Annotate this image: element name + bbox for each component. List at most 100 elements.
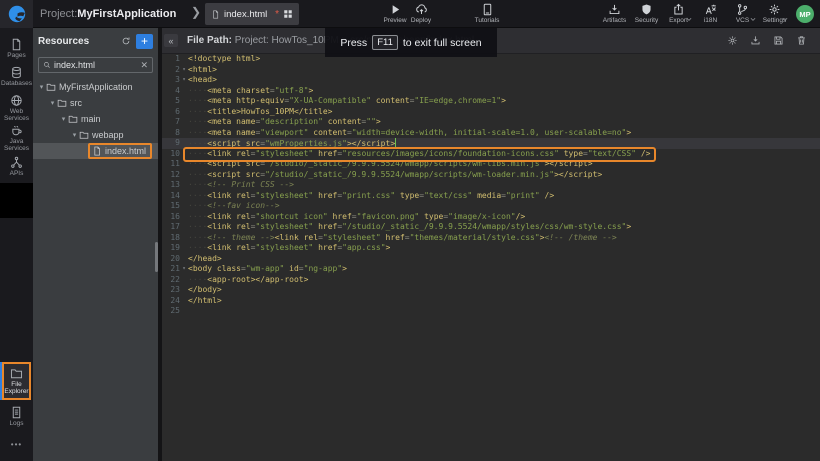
tab-filename: index.html	[224, 9, 274, 20]
code-line-4[interactable]: 4····<meta charset="utf-8">	[162, 86, 820, 97]
tree-expand-arrow[interactable]: ▾	[70, 131, 79, 139]
fold-marker[interactable]: ▾	[180, 75, 188, 86]
vcs-button[interactable]: VCS	[729, 3, 756, 24]
i18n-button[interactable]: i18N	[697, 3, 724, 24]
search-input[interactable]	[54, 60, 137, 70]
tree-expand-arrow[interactable]: ▾	[59, 115, 68, 123]
sidebar-item-label: Databases	[1, 80, 32, 87]
line-number: 17	[162, 222, 180, 233]
collapse-panel-icon[interactable]: «	[164, 34, 178, 47]
tutorials-icon	[481, 3, 494, 16]
project-title: Project:MyFirstApplication	[40, 8, 176, 20]
tree-expand-arrow[interactable]: ▾	[37, 83, 46, 91]
clear-search-icon[interactable]: ✕	[140, 60, 148, 71]
artifacts-label: Artifacts	[603, 17, 626, 24]
code-line-13[interactable]: 13····<!-- Print CSS -->	[162, 180, 820, 191]
tree-item-label: src	[70, 98, 82, 108]
code-line-2[interactable]: 2▾<html>	[162, 65, 820, 76]
fold-marker[interactable]: ▾	[180, 264, 188, 275]
line-number: 14	[162, 191, 180, 202]
code-line-18[interactable]: 18····<!-- theme --><link rel="styleshee…	[162, 233, 820, 244]
editor-toolbar-icons	[727, 35, 820, 46]
code-line-10[interactable]: 10····<link rel="stylesheet" href="resou…	[162, 149, 820, 160]
code-line-25[interactable]: 25	[162, 306, 820, 317]
wavemaker-logo-icon	[7, 4, 27, 24]
code-line-7[interactable]: 7····<meta name="description" content=""…	[162, 117, 820, 128]
tree-item-label: webapp	[92, 130, 124, 140]
chevron-down-icon	[782, 9, 788, 27]
deploy-label: Deploy	[411, 17, 431, 24]
tree-item-main[interactable]: ▾main	[33, 111, 158, 127]
tree-item-src[interactable]: ▾ src	[33, 95, 158, 111]
sidebar-item-label: File Explorer	[4, 381, 28, 395]
grid-view-icon[interactable]	[283, 9, 293, 19]
fold-marker[interactable]: ▾	[180, 65, 188, 76]
code-editor[interactable]: 1<!doctype html>2▾<html>3▾<head>4····<me…	[162, 54, 820, 461]
tree-expand-arrow[interactable]: ▾	[48, 99, 57, 107]
code-line-14[interactable]: 14····<link rel="stylesheet" href="print…	[162, 191, 820, 202]
code-line-3[interactable]: 3▾<head>	[162, 75, 820, 86]
tree-item-label: MyFirstApplication	[59, 82, 133, 92]
topbar-actions-right: Artifacts SecurityExporti18NVCSSettings	[601, 3, 788, 24]
sidebar-item-pages[interactable]: Pages	[0, 38, 33, 59]
tutorials-label: Tutorials	[475, 17, 500, 24]
tree-item-myfirstapplication[interactable]: ▾ MyFirstApplication	[33, 79, 158, 95]
tutorials-button[interactable]: Tutorials	[469, 3, 505, 24]
refresh-icon[interactable]	[121, 36, 131, 46]
code-line-20[interactable]: 20</head>	[162, 254, 820, 265]
top-bar: Project:MyFirstApplication ❯ index.html …	[0, 0, 820, 28]
sidebar-item-web-services[interactable]: Web Services	[0, 94, 33, 122]
line-number: 11	[162, 159, 180, 170]
code-line-24[interactable]: 24</html>	[162, 296, 820, 307]
line-number: 12	[162, 170, 180, 181]
sidebar-item-databases[interactable]: Databases	[0, 66, 33, 87]
sidebar-item-logs[interactable]: Logs	[0, 406, 33, 427]
line-number: 19	[162, 243, 180, 254]
code-line-21[interactable]: 21▾<body class="wm-app" id="ng-app">	[162, 264, 820, 275]
export-button[interactable]: Export	[665, 3, 692, 24]
sidebar-item-apis[interactable]: APIs	[0, 156, 33, 177]
deploy-button[interactable]: Deploy	[403, 3, 439, 24]
panel-divider[interactable]	[158, 28, 162, 461]
sidebar-blackout	[0, 183, 33, 218]
tree-item-index-html[interactable]: index.html	[33, 143, 158, 159]
tree-item-webapp[interactable]: ▾ webapp	[33, 127, 158, 143]
tab-modified-indicator: *	[275, 9, 279, 20]
app-logo[interactable]	[0, 0, 33, 28]
line-number: 1	[162, 54, 180, 65]
code-line-8[interactable]: 8····<meta name="viewport" content="widt…	[162, 128, 820, 139]
security-icon	[640, 3, 653, 16]
code-line-12[interactable]: 12····<script src="/studio/_static_/9.9.…	[162, 170, 820, 181]
web-services-icon	[10, 94, 23, 107]
code-line-22[interactable]: 22····<app-root></app-root>	[162, 275, 820, 286]
apis-icon	[10, 156, 23, 169]
editor-tab-index-html[interactable]: index.html *	[205, 3, 299, 25]
sidebar-more-button[interactable]: •••	[0, 440, 33, 449]
file-explorer-icon	[10, 367, 23, 380]
security-button[interactable]: Security	[633, 3, 660, 24]
folder-icon	[79, 130, 89, 140]
avatar[interactable]: MP	[796, 5, 814, 23]
editor-settings-icon[interactable]	[727, 35, 738, 46]
code-line-23[interactable]: 23</body>	[162, 285, 820, 296]
tree-item-label: index.html	[105, 146, 146, 156]
code-line-17[interactable]: 17····<link rel="stylesheet" href="/stud…	[162, 222, 820, 233]
artifacts-button[interactable]: Artifacts	[601, 3, 628, 24]
sidebar-item-java-services[interactable]: Java Services	[0, 124, 33, 152]
code-line-15[interactable]: 15····<!--fav icon-->	[162, 201, 820, 212]
left-sidebar: ••• Pages Databases Web ServicesJava Servi…	[0, 28, 33, 461]
sidebar-item-file-explorer[interactable]: File Explorer	[2, 362, 31, 400]
delete-file-icon[interactable]	[796, 35, 807, 46]
download-file-icon[interactable]	[750, 35, 761, 46]
code-line-19[interactable]: 19····<link rel="stylesheet" href="app.c…	[162, 243, 820, 254]
search-icon	[43, 61, 51, 69]
code-line-16[interactable]: 16····<link rel="shortcut icon" href="fa…	[162, 212, 820, 223]
java-services-icon	[10, 124, 23, 137]
add-resource-button[interactable]: +	[136, 34, 153, 49]
save-file-icon[interactable]	[773, 35, 784, 46]
code-line-5[interactable]: 5····<meta http-equiv="X-UA-Compatible" …	[162, 96, 820, 107]
settings-button[interactable]: Settings	[761, 3, 788, 24]
code-line-6[interactable]: 6····<title>HowTos_10PM</title>	[162, 107, 820, 118]
export-icon	[672, 3, 685, 16]
settings-icon	[768, 3, 781, 16]
